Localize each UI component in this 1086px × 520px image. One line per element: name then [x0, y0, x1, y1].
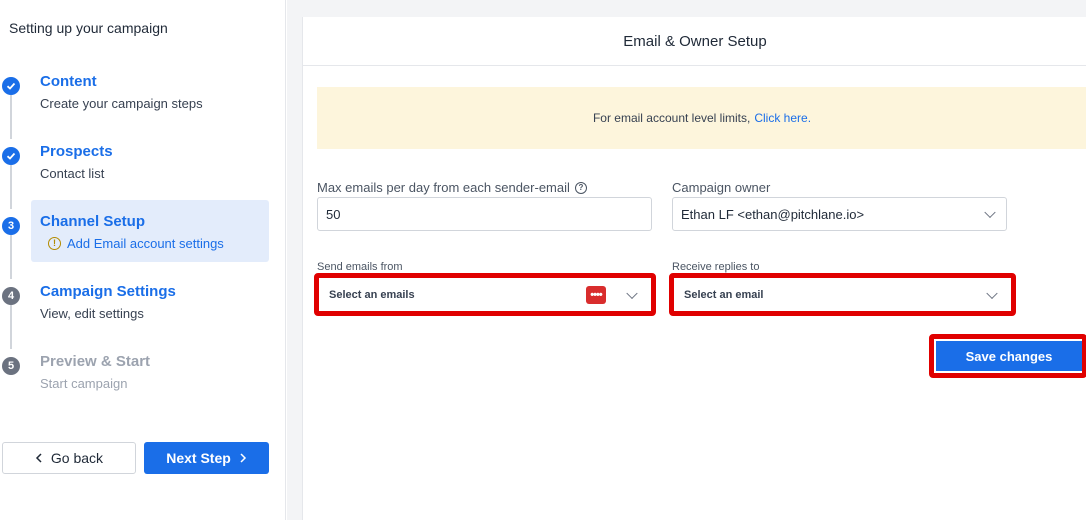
card-title: Email & Owner Setup — [303, 17, 1086, 66]
sidebar-title: Setting up your campaign — [9, 20, 168, 36]
step-connector — [10, 165, 12, 209]
next-step-label: Next Step — [166, 450, 231, 466]
step-title[interactable]: Channel Setup — [40, 213, 145, 230]
warning-circle-icon: ! — [48, 237, 61, 250]
receive-replies-select[interactable]: Select an email — [676, 280, 1008, 310]
step-connector — [10, 235, 12, 279]
chevron-right-icon — [240, 453, 246, 463]
step-subtitle: Create your campaign steps — [40, 96, 203, 111]
campaign-owner-value: Ethan LF <ethan@pitchlane.io> — [681, 206, 865, 222]
max-emails-input[interactable]: 50 — [317, 197, 652, 231]
step-title[interactable]: Prospects — [40, 143, 113, 160]
step-title: Preview & Start — [40, 353, 151, 370]
limits-banner: For email account level limits, Click he… — [317, 87, 1086, 149]
campaign-owner-label: Campaign owner — [672, 180, 771, 195]
check-icon — [2, 77, 20, 95]
max-emails-label-text: Max emails per day from each sender-emai… — [317, 180, 570, 195]
main-area: Email & Owner Setup For email account le… — [287, 0, 1086, 520]
step-subtitle: Contact list — [40, 166, 105, 181]
campaign-owner-select[interactable]: Ethan LF <ethan@pitchlane.io> — [672, 197, 1007, 231]
send-from-select[interactable]: Select an emails •••• — [321, 280, 648, 310]
campaign-steps-sidebar: Setting up your campaign Content Create … — [0, 0, 286, 520]
chevron-down-icon — [984, 206, 996, 219]
check-icon — [2, 147, 20, 165]
active-step-highlight — [31, 200, 269, 262]
email-owner-setup-card: Email & Owner Setup For email account le… — [302, 17, 1086, 520]
chevron-left-icon — [35, 453, 42, 463]
step-connector — [10, 95, 12, 139]
go-back-label: Go back — [50, 450, 104, 466]
step-warning[interactable]: ! Add Email account settings — [48, 236, 224, 251]
receive-replies-placeholder: Select an email — [684, 289, 764, 301]
step-subtitle: Start campaign — [40, 376, 128, 391]
step-number: 5 — [2, 357, 20, 375]
app: Setting up your campaign Content Create … — [0, 0, 1086, 520]
step-number: 4 — [2, 287, 20, 305]
send-from-label: Send emails from — [317, 261, 403, 273]
question-circle-icon[interactable]: ? — [574, 181, 587, 194]
receive-replies-label: Receive replies to — [672, 261, 760, 273]
chevron-down-icon — [626, 287, 638, 300]
chevron-down-icon — [986, 287, 998, 300]
next-step-button[interactable]: Next Step — [144, 442, 269, 474]
save-changes-button[interactable]: Save changes — [936, 341, 1082, 371]
step-title[interactable]: Content — [40, 73, 97, 90]
step-title[interactable]: Campaign Settings — [40, 283, 176, 300]
go-back-button[interactable]: Go back — [2, 442, 136, 474]
banner-text: For email account level limits, — [592, 111, 751, 125]
step-subtitle: Add Email account settings — [67, 236, 224, 251]
click-here-link[interactable]: Click here. — [754, 111, 811, 125]
max-emails-label: Max emails per day from each sender-emai… — [317, 180, 587, 195]
max-emails-value: 50 — [326, 206, 341, 222]
send-from-placeholder: Select an emails — [329, 289, 415, 301]
step-number: 3 — [2, 217, 20, 235]
step-subtitle: View, edit settings — [40, 306, 144, 321]
step-connector — [10, 305, 12, 349]
password-manager-icon[interactable]: •••• — [586, 286, 606, 304]
